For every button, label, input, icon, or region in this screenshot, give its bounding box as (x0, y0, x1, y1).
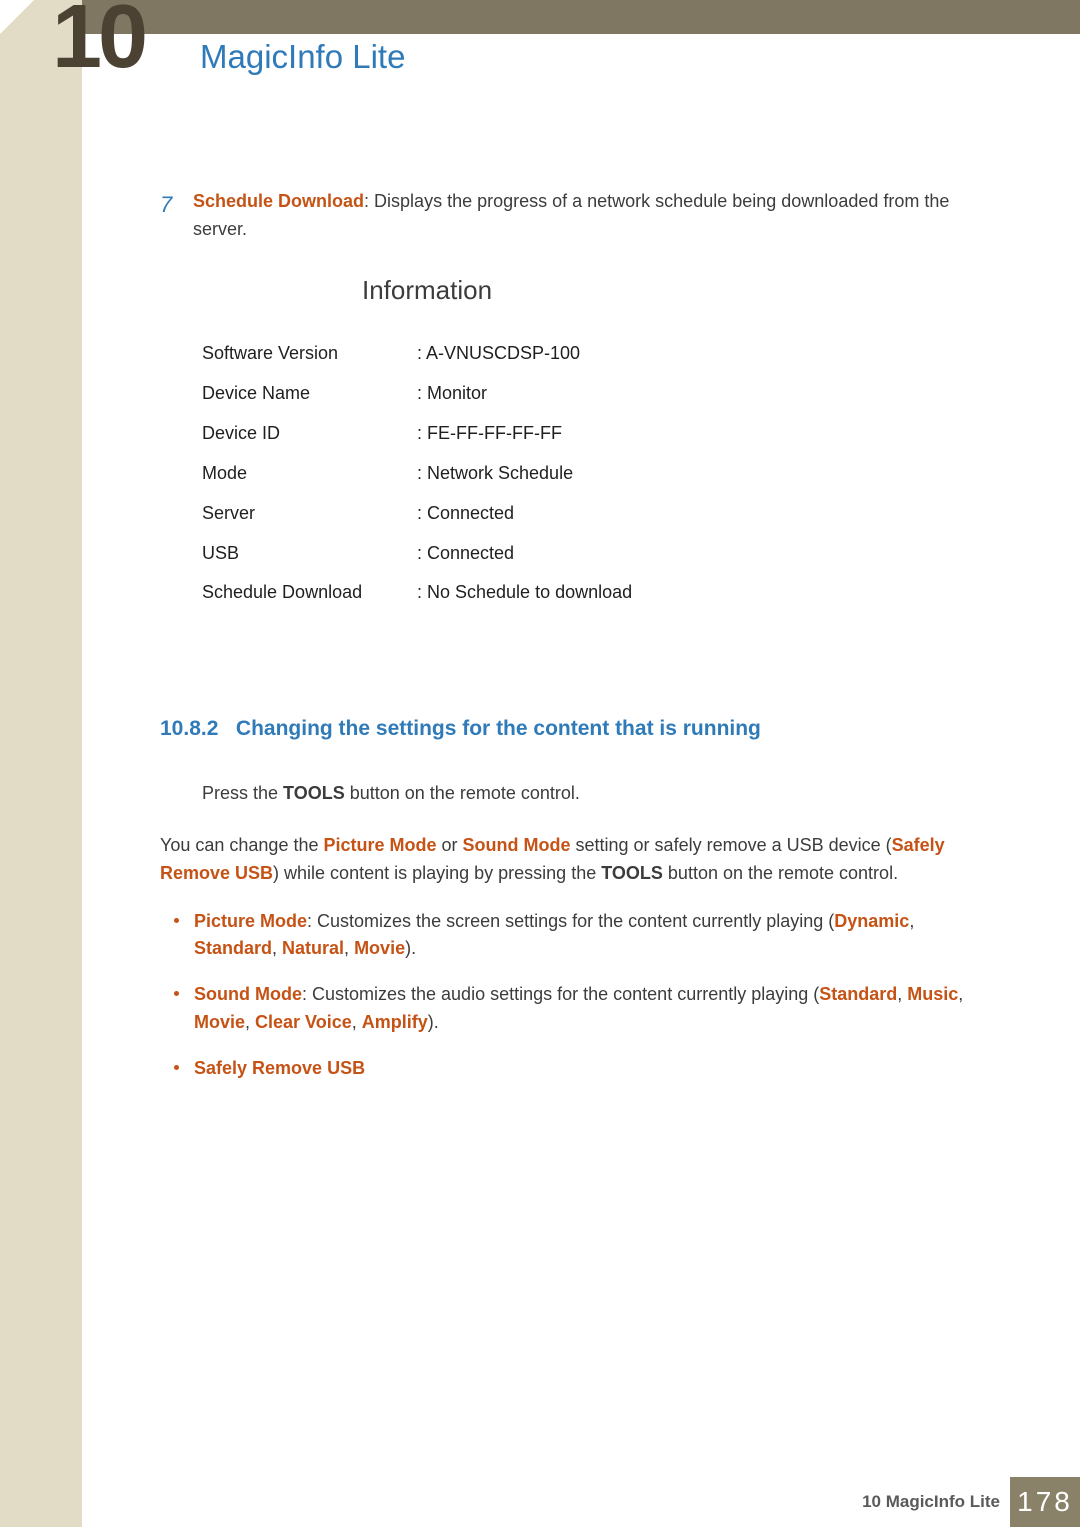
list-item: Picture Mode: Customizes the screen sett… (174, 908, 990, 964)
info-value: : Connected (417, 500, 762, 528)
t: Music (907, 984, 958, 1004)
subsection-title: Changing the settings for the content th… (236, 717, 761, 740)
header-band (82, 0, 1080, 34)
list-item: Safely Remove USB (174, 1055, 990, 1083)
numbered-step: 7 Schedule Download: Displays the progre… (160, 188, 990, 244)
corner-fold (0, 0, 34, 34)
t: Standard (194, 938, 272, 958)
info-row: Schedule Download: No Schedule to downlo… (202, 573, 762, 613)
t: Natural (282, 938, 344, 958)
info-row: Device Name: Monitor (202, 374, 762, 414)
t: , (272, 938, 282, 958)
footer-chapter-label: 10 MagicInfo Lite (862, 1492, 1000, 1512)
t: , (958, 984, 963, 1004)
t: ). (428, 1012, 439, 1032)
chapter-title: MagicInfo Lite (200, 38, 405, 76)
t: Standard (819, 984, 897, 1004)
info-label: Mode (202, 460, 417, 488)
info-value: : Connected (417, 540, 762, 568)
info-label: Software Version (202, 340, 417, 368)
bullet-list: Picture Mode: Customizes the screen sett… (174, 908, 990, 1083)
t: or (437, 835, 463, 855)
t: Sound Mode (194, 984, 302, 1004)
info-label: Server (202, 500, 417, 528)
subsection-heading: 10.8.2 Changing the settings for the con… (160, 713, 990, 746)
t: Movie (194, 1012, 245, 1032)
t: , (909, 911, 914, 931)
info-value: : FE-FF-FF-FF-FF (417, 420, 762, 448)
step-term: Schedule Download (193, 191, 364, 211)
t: , (344, 938, 354, 958)
t: Press the (202, 783, 283, 803)
info-title: Information (362, 270, 762, 310)
info-value: : Network Schedule (417, 460, 762, 488)
t: : Customizes the screen settings for the… (307, 911, 834, 931)
step-text: Schedule Download: Displays the progress… (193, 188, 983, 244)
t: button on the remote control. (663, 863, 898, 883)
t: button on the remote control. (345, 783, 580, 803)
t: Dynamic (834, 911, 909, 931)
page-footer: 10 MagicInfo Lite 178 (82, 1477, 1080, 1527)
info-row: Device ID: FE-FF-FF-FF-FF (202, 414, 762, 454)
t: setting or safely remove a USB device ( (571, 835, 892, 855)
t: , (352, 1012, 362, 1032)
t: Sound Mode (463, 835, 571, 855)
subsection: 10.8.2 Changing the settings for the con… (160, 713, 990, 1083)
t: , (245, 1012, 255, 1032)
list-item: Sound Mode: Customizes the audio setting… (174, 981, 990, 1037)
info-value: : A-VNUSCDSP-100 (417, 340, 762, 368)
t: Picture Mode (194, 911, 307, 931)
subsection-num: 10.8.2 (160, 717, 218, 740)
t: Amplify (362, 1012, 428, 1032)
left-margin-stripe (0, 0, 82, 1527)
t: TOOLS (283, 783, 345, 803)
paragraph: You can change the Picture Mode or Sound… (160, 832, 990, 888)
t: You can change the (160, 835, 323, 855)
t: , (897, 984, 907, 1004)
info-row: USB: Connected (202, 534, 762, 574)
t: Clear Voice (255, 1012, 352, 1032)
t: ). (405, 938, 416, 958)
info-label: USB (202, 540, 417, 568)
t: : Customizes the audio settings for the … (302, 984, 819, 1004)
t: ) while content is playing by pressing t… (273, 863, 601, 883)
step-number: 7 (160, 188, 188, 222)
info-label: Device ID (202, 420, 417, 448)
t: Picture Mode (323, 835, 436, 855)
info-row: Mode: Network Schedule (202, 454, 762, 494)
info-label: Schedule Download (202, 579, 417, 607)
information-panel: Information Software Version: A-VNUSCDSP… (202, 270, 762, 614)
t: Movie (354, 938, 405, 958)
info-value: : Monitor (417, 380, 762, 408)
info-row: Server: Connected (202, 494, 762, 534)
footer-page-number: 178 (1010, 1477, 1080, 1527)
t: TOOLS (601, 863, 663, 883)
page-content: 7 Schedule Download: Displays the progre… (160, 188, 990, 1101)
t: Safely Remove USB (194, 1058, 365, 1078)
chapter-number: 10 (52, 0, 144, 89)
info-label: Device Name (202, 380, 417, 408)
info-row: Software Version: A-VNUSCDSP-100 (202, 334, 762, 374)
sub-instruction: Press the TOOLS button on the remote con… (202, 780, 990, 808)
info-value: : No Schedule to download (417, 579, 762, 607)
